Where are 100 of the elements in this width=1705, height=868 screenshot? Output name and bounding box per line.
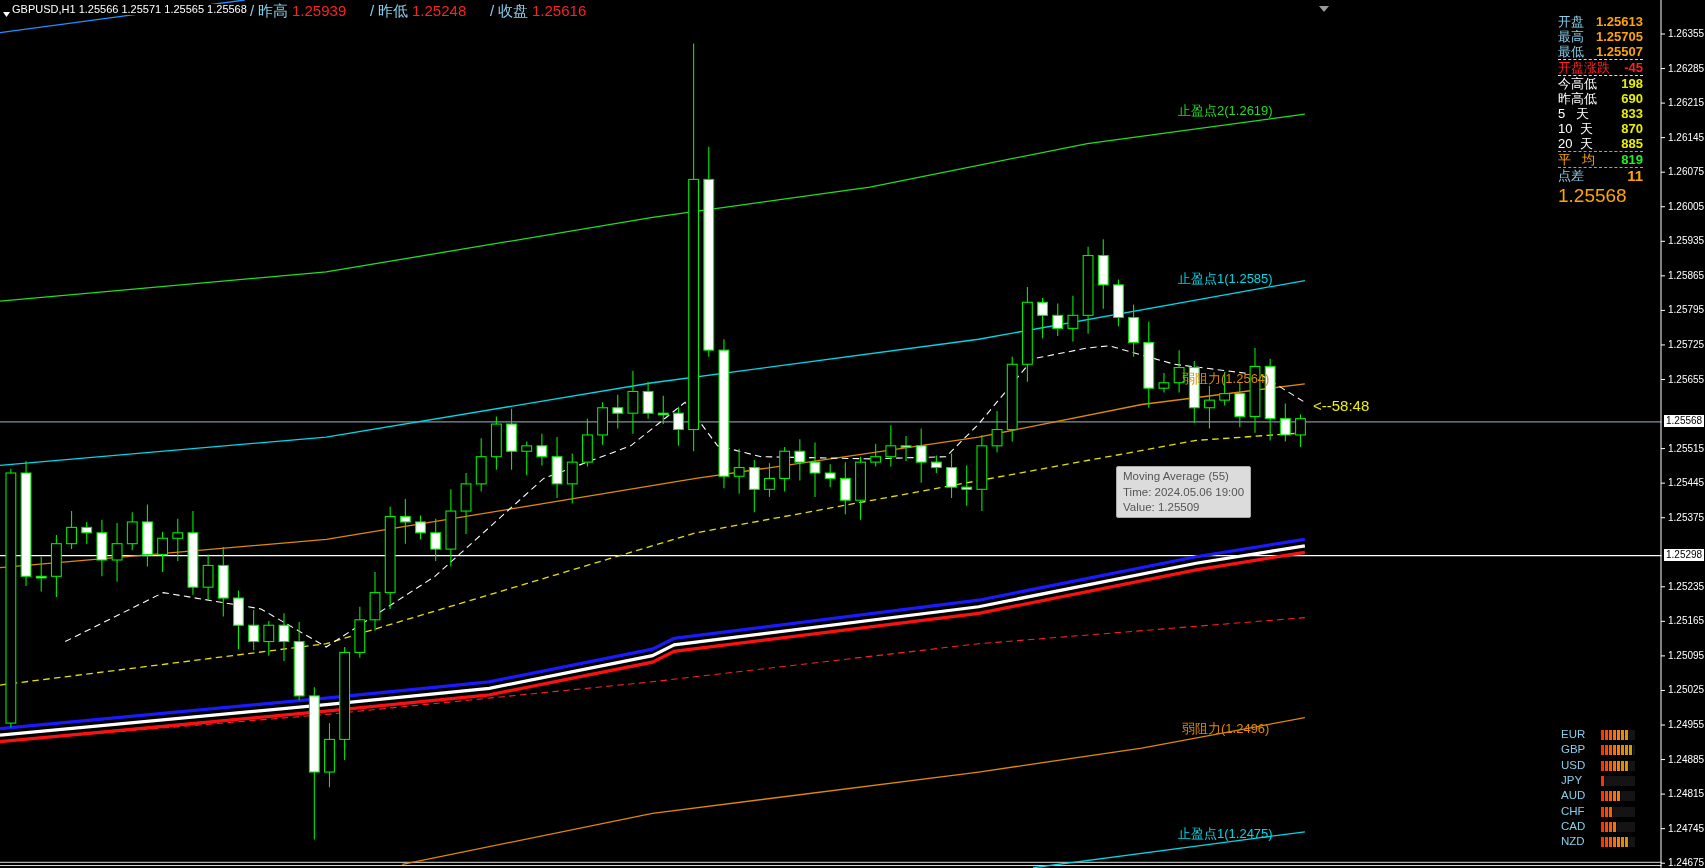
- currency-label: JPY: [1561, 774, 1584, 787]
- candlestick: [1158, 372, 1170, 394]
- currency-label: CAD: [1561, 820, 1587, 833]
- candlestick: [430, 518, 442, 562]
- stat-value: 1.25705: [1596, 30, 1643, 43]
- candlestick: [50, 534, 62, 598]
- level-label: 止盈点2(1.2619): [1178, 104, 1273, 117]
- candlestick: [415, 514, 426, 540]
- axis-label: 1.26005: [1668, 201, 1705, 212]
- candlestick: [172, 518, 184, 562]
- candlestick: [627, 370, 639, 435]
- stat-label: 开盘: [1558, 15, 1584, 28]
- stat-label: 最低: [1558, 45, 1584, 58]
- axis-label: 1.24675: [1668, 858, 1705, 868]
- stat-value: 1.25939: [292, 3, 347, 18]
- currency-label: EUR: [1561, 729, 1587, 741]
- candlestick: [930, 455, 942, 474]
- stat-value: 885: [1621, 137, 1643, 150]
- candlestick: [581, 418, 593, 468]
- currency-label: NZD: [1561, 836, 1586, 848]
- candlestick: [248, 609, 260, 651]
- stat-label: / 昨高: [250, 3, 289, 18]
- candlestick: [460, 472, 472, 535]
- stat-value: 1.25248: [412, 3, 467, 18]
- stat-value: -45: [1624, 61, 1643, 74]
- candlestick: [839, 461, 851, 515]
- stat-value: 870: [1621, 122, 1643, 135]
- axis-label: 1.25515: [1668, 443, 1705, 454]
- candlestick: [612, 394, 624, 429]
- price-tag: 1.25298: [1664, 549, 1705, 561]
- stat-label: / 收盘: [490, 3, 529, 18]
- axis-label: 1.25935: [1668, 236, 1705, 247]
- stat-label: 20 天: [1558, 137, 1593, 150]
- candlestick: [96, 519, 108, 577]
- candlestick: [1097, 238, 1109, 310]
- stat-value: 833: [1621, 107, 1643, 120]
- candlestick: [35, 556, 47, 593]
- candlestick: [157, 531, 169, 573]
- candlestick: [126, 511, 138, 551]
- candlestick: [597, 401, 609, 446]
- currency-label: USD: [1561, 759, 1587, 772]
- axis-label: 1.25095: [1668, 650, 1705, 661]
- stat-label: 10 天: [1558, 122, 1593, 135]
- stat-value: 198: [1621, 77, 1643, 90]
- candlestick: [1279, 402, 1291, 442]
- candlestick: [354, 606, 366, 659]
- candlestick: [900, 435, 912, 462]
- stat-label: 点差: [1558, 169, 1584, 182]
- candlestick: [217, 546, 229, 618]
- level-label: 止盈点1(1.2475): [1178, 827, 1273, 840]
- axis-label: 1.25795: [1668, 305, 1705, 316]
- axis-label: 1.26285: [1668, 63, 1705, 74]
- candlestick: [111, 522, 123, 583]
- level-label: 止盈点1(1.2585): [1178, 272, 1273, 285]
- candlestick: [1204, 385, 1215, 429]
- axis-label: 1.25235: [1668, 581, 1705, 592]
- stat-value: 1.25613: [1596, 15, 1643, 28]
- axis-label: 1.26075: [1668, 167, 1705, 178]
- stat-label: 最高: [1558, 30, 1584, 43]
- tooltip-text: Time: 2024.05.06 19:00: [1123, 485, 1245, 499]
- axis-label: 1.25165: [1668, 616, 1705, 627]
- currency-label: CHF: [1561, 805, 1586, 817]
- candlestick: [506, 408, 517, 471]
- candlestick: [794, 438, 806, 482]
- candlestick: [536, 433, 548, 466]
- stat-label: 平 均: [1558, 153, 1595, 166]
- candlestick: [657, 395, 669, 425]
- stat-label: 5 天: [1558, 107, 1590, 120]
- axis-label: 1.26355: [1668, 29, 1705, 39]
- candlestick: [915, 427, 927, 484]
- axis-label: 1.24885: [1668, 754, 1705, 765]
- candlestick: [66, 510, 77, 550]
- tooltip-text: Moving Average (55): [1123, 470, 1230, 483]
- axis-label: 1.25445: [1668, 478, 1705, 489]
- candlestick: [673, 406, 684, 447]
- stat-label: 开盘涨跌: [1558, 61, 1610, 74]
- axis-label: 1.26215: [1668, 98, 1705, 109]
- candlestick: [566, 452, 578, 504]
- candlestick: [263, 620, 275, 657]
- candlestick: [961, 464, 973, 507]
- tooltip-text: Value: 1.25509: [1123, 501, 1201, 514]
- candlestick: [855, 456, 866, 521]
- currency-label: GBP: [1561, 744, 1587, 756]
- candlestick: [1052, 302, 1064, 337]
- candlestick: [733, 448, 745, 495]
- axis-label: 1.24745: [1668, 823, 1705, 834]
- candlestick: [324, 722, 335, 788]
- candlestick: [809, 442, 821, 498]
- candlestick: [399, 498, 411, 545]
- candlestick: [885, 424, 897, 468]
- stat-value: 819: [1621, 153, 1643, 166]
- axis-label: 1.26145: [1668, 132, 1705, 143]
- candlestick: [1067, 295, 1079, 342]
- axis-label: 1.25865: [1668, 270, 1705, 281]
- candlestick: [642, 381, 654, 420]
- candlestick: [490, 415, 502, 471]
- candlestick: [81, 521, 93, 545]
- candlestick: [764, 462, 775, 498]
- candlestick: [779, 446, 791, 493]
- candlestick: [521, 440, 533, 476]
